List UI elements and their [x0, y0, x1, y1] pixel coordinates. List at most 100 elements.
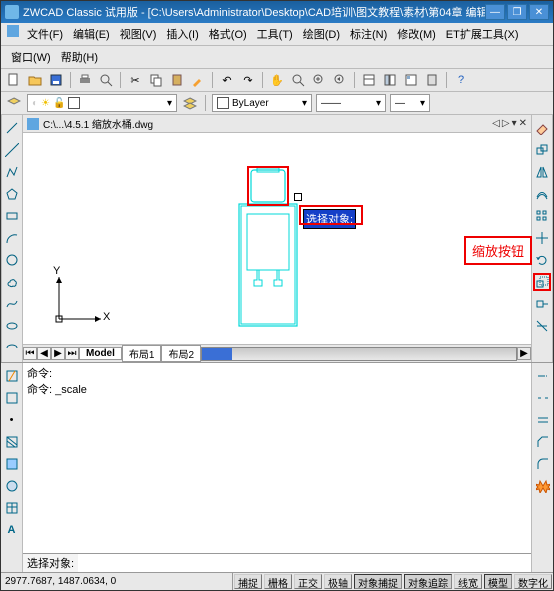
doc-next-button[interactable]: ▷ [502, 118, 510, 129]
copy-icon[interactable] [147, 71, 165, 89]
polygon-icon[interactable] [3, 185, 21, 203]
trim-icon[interactable] [533, 317, 551, 335]
tab-prev-button[interactable]: ◀ [37, 347, 51, 360]
snap-toggle[interactable]: 捕捉 [234, 574, 262, 589]
join-icon[interactable] [534, 411, 552, 429]
doc-prev-button[interactable]: ◁ [492, 118, 500, 129]
properties-icon[interactable] [360, 71, 378, 89]
tab-model[interactable]: Model [79, 347, 122, 360]
menu-modify[interactable]: 修改(M) [393, 25, 440, 43]
spline-icon[interactable] [3, 295, 21, 313]
print-icon[interactable] [76, 71, 94, 89]
hscrollbar[interactable] [201, 347, 517, 361]
preview-icon[interactable] [97, 71, 115, 89]
command-log[interactable]: 命令: 命令: _scale [23, 363, 531, 553]
command-input[interactable] [78, 554, 531, 572]
table-icon[interactable] [3, 499, 21, 517]
menu-edit[interactable]: 编辑(E) [69, 25, 114, 43]
menu-dimension[interactable]: 标注(N) [346, 25, 391, 43]
doc-menu-button[interactable]: ▾ [512, 118, 517, 129]
tab-last-button[interactable]: ⏭ [65, 347, 79, 360]
makeblock-icon[interactable] [3, 389, 21, 407]
designcenter-icon[interactable] [381, 71, 399, 89]
drawing-canvas[interactable]: 选择对象: X Y [23, 133, 531, 344]
osnap-toggle[interactable]: 对象捕捉 [354, 574, 402, 589]
rotate-icon[interactable] [533, 251, 551, 269]
minimize-button[interactable]: — [485, 4, 505, 20]
chamfer-icon[interactable] [534, 433, 552, 451]
undo-icon[interactable]: ↶ [218, 71, 236, 89]
ellipsearc-icon[interactable] [3, 339, 21, 357]
menu-draw[interactable]: 绘图(D) [299, 25, 344, 43]
move-icon[interactable] [533, 229, 551, 247]
open-icon[interactable] [26, 71, 44, 89]
zoom-window-icon[interactable] [310, 71, 328, 89]
xline-icon[interactable] [3, 141, 21, 159]
menu-tools[interactable]: 工具(T) [253, 25, 297, 43]
mtext-icon[interactable]: A [3, 521, 21, 539]
lwt-toggle[interactable]: 线宽 [454, 574, 482, 589]
rectangle-icon[interactable] [3, 207, 21, 225]
menu-view[interactable]: 视图(V) [116, 25, 161, 43]
circle-icon[interactable] [3, 251, 21, 269]
linetype-combo[interactable]: ——▾ [316, 94, 386, 112]
menu-ettools[interactable]: ET扩展工具(X) [442, 25, 523, 43]
tab-first-button[interactable]: ⏮ [23, 347, 37, 360]
help-icon[interactable]: ? [452, 71, 470, 89]
layer-combo[interactable]: ◐☀🔓 ▾ [27, 94, 177, 112]
digitizer-toggle[interactable]: 数字化 [514, 574, 552, 589]
calc-icon[interactable] [423, 71, 441, 89]
revcloud-icon[interactable] [3, 273, 21, 291]
otrack-toggle[interactable]: 对象追踪 [404, 574, 452, 589]
scale-icon[interactable] [533, 273, 551, 291]
document-tab[interactable]: C:\...\4.5.1 缩放水桶.dwg [43, 116, 153, 131]
fillet-icon[interactable] [534, 455, 552, 473]
hatch-icon[interactable] [3, 433, 21, 451]
extend-icon[interactable] [534, 367, 552, 385]
model-toggle[interactable]: 模型 [484, 574, 512, 589]
array-icon[interactable] [533, 207, 551, 225]
zoom-realtime-icon[interactable] [289, 71, 307, 89]
zoom-prev-icon[interactable] [331, 71, 349, 89]
close-button[interactable]: ✕ [529, 4, 549, 20]
menu-help[interactable]: 帮助(H) [57, 48, 102, 66]
cut-icon[interactable]: ✂ [126, 71, 144, 89]
lineweight-combo[interactable]: —▾ [390, 94, 430, 112]
layer-icon[interactable] [5, 94, 23, 112]
save-icon[interactable] [47, 71, 65, 89]
color-combo[interactable]: ByLayer ▾ [212, 94, 312, 112]
break-icon[interactable] [534, 389, 552, 407]
toolpalette-icon[interactable] [402, 71, 420, 89]
menu-format[interactable]: 格式(O) [205, 25, 251, 43]
maximize-button[interactable]: ❐ [507, 4, 527, 20]
stretch-icon[interactable] [533, 295, 551, 313]
layer-tools-icon[interactable] [181, 94, 199, 112]
tab-layout2[interactable]: 布局2 [161, 345, 201, 362]
offset-icon[interactable] [533, 185, 551, 203]
mirror-icon[interactable] [533, 163, 551, 181]
matchprop-icon[interactable] [189, 71, 207, 89]
point-icon[interactable]: • [3, 411, 21, 429]
gradient-icon[interactable] [3, 455, 21, 473]
menu-window[interactable]: 窗口(W) [7, 48, 55, 66]
scroll-right-button[interactable]: ▶ [517, 347, 531, 360]
ortho-toggle[interactable]: 正交 [294, 574, 322, 589]
copy-object-icon[interactable] [533, 141, 551, 159]
tab-layout1[interactable]: 布局1 [122, 345, 162, 362]
doc-close-button[interactable]: ✕ [519, 118, 527, 129]
grid-toggle[interactable]: 栅格 [264, 574, 292, 589]
menu-insert[interactable]: 插入(I) [162, 25, 202, 43]
paste-icon[interactable] [168, 71, 186, 89]
erase-icon[interactable] [533, 119, 551, 137]
polar-toggle[interactable]: 极轴 [324, 574, 352, 589]
insertblock-icon[interactable] [3, 367, 21, 385]
region-icon[interactable] [3, 477, 21, 495]
polyline-icon[interactable] [3, 163, 21, 181]
redo-icon[interactable]: ↷ [239, 71, 257, 89]
tab-next-button[interactable]: ▶ [51, 347, 65, 360]
explode-icon[interactable] [534, 477, 552, 495]
menu-file[interactable]: 文件(F) [23, 25, 67, 43]
new-icon[interactable] [5, 71, 23, 89]
ellipse-icon[interactable] [3, 317, 21, 335]
pan-icon[interactable]: ✋ [268, 71, 286, 89]
